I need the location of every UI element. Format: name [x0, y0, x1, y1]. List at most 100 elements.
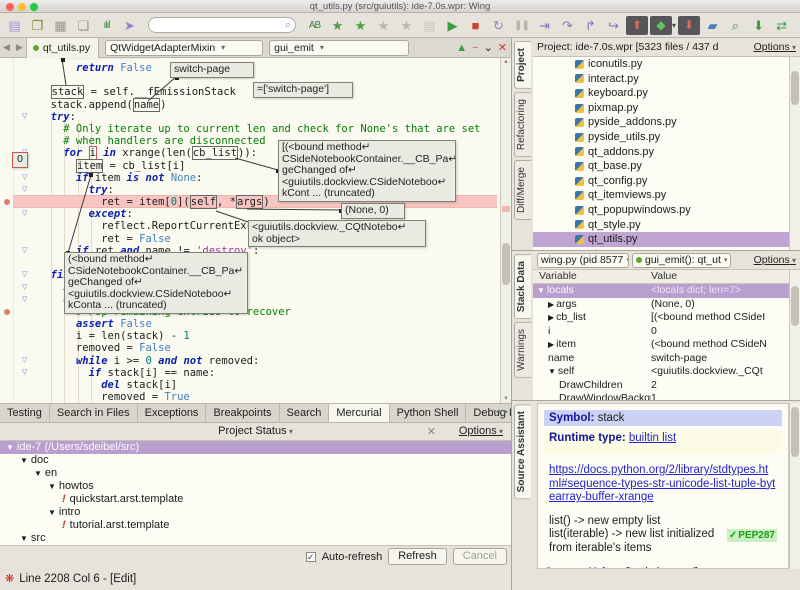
- fold-marker-icon[interactable]: ▽: [22, 247, 32, 255]
- fold-marker-icon[interactable]: ▽: [22, 357, 32, 365]
- tab-scroll-left-icon[interactable]: ◂: [496, 407, 501, 416]
- expander-icon[interactable]: ▼: [34, 469, 42, 478]
- debug-console-icon[interactable]: ▰: [702, 16, 723, 35]
- fold-marker-icon[interactable]: ▽: [22, 369, 32, 377]
- bookmark-add-icon[interactable]: ★: [350, 16, 371, 35]
- warnings-indicator-icon[interactable]: ▲: [456, 42, 467, 54]
- fold-marker-icon[interactable]: ▽: [22, 296, 32, 304]
- doc-url-link[interactable]: https://docs.python.org/2/library/stdtyp…: [549, 464, 775, 503]
- fold-marker-icon[interactable]: ▽: [22, 284, 32, 292]
- nav-back-icon[interactable]: ◀: [0, 42, 13, 53]
- tab-project[interactable]: Project: [514, 41, 531, 89]
- variable-row[interactable]: ▼ self <guiutils.dockview._CQt: [533, 365, 789, 379]
- stack-scroll-thumb[interactable]: [791, 286, 799, 326]
- tree-row[interactable]: ! quickstart.arst.template: [0, 493, 511, 506]
- fold-marker-icon[interactable]: ▽: [22, 271, 32, 279]
- tab-scroll-right-icon[interactable]: ▸: [504, 407, 509, 416]
- code-editor[interactable]: return False stack = self.__fEmissionSta…: [0, 58, 511, 403]
- bookmark-icon[interactable]: ★: [327, 16, 348, 35]
- variable-row[interactable]: ▶ args (None, 0): [533, 298, 789, 312]
- mercurial-options[interactable]: Options: [459, 423, 503, 440]
- tool-tab-exceptions[interactable]: Exceptions: [138, 404, 207, 422]
- project-file-item[interactable]: iconutils.py: [533, 57, 789, 72]
- stack-options[interactable]: Options: [754, 254, 796, 266]
- tool-tab-search[interactable]: Search: [280, 404, 330, 422]
- scroll-up-icon[interactable]: ▲: [501, 59, 511, 65]
- step-out-icon[interactable]: ↱: [580, 16, 601, 35]
- project-file-item[interactable]: qt_style.py: [533, 218, 789, 233]
- bookmark-prev-icon[interactable]: ★: [373, 16, 394, 35]
- save-as-icon[interactable]: ❏: [73, 16, 94, 35]
- run-to-cursor-icon[interactable]: ↪: [603, 16, 624, 35]
- tab-diff-merge[interactable]: Diff/Merge: [514, 160, 531, 220]
- new-file-icon[interactable]: ▤: [4, 16, 25, 35]
- frame-current-icon[interactable]: ◆: [650, 15, 672, 35]
- goto-selection-icon[interactable]: ➤: [119, 16, 140, 35]
- collapse-indicator-icon[interactable]: −: [472, 42, 478, 54]
- editor-scrollbar[interactable]: ▲ ▼: [500, 58, 511, 403]
- step-into-icon[interactable]: ⇥: [534, 16, 555, 35]
- tree-row[interactable]: ▼ src: [0, 532, 511, 545]
- scroll-down-icon[interactable]: ▼: [501, 396, 511, 402]
- stack-scrollbar[interactable]: [789, 270, 800, 400]
- fold-marker-icon[interactable]: ▽: [22, 113, 32, 121]
- project-file-item[interactable]: qt_popupwindows.py: [533, 203, 789, 218]
- breakpoint-icon[interactable]: [4, 309, 10, 315]
- project-file-item[interactable]: pixmap.py: [533, 101, 789, 116]
- project-file-item[interactable]: qt_config.py: [533, 174, 789, 189]
- fold-marker-icon[interactable]: ▽: [22, 174, 32, 182]
- search-input[interactable]: [149, 21, 277, 36]
- project-scrollbar[interactable]: [789, 57, 800, 250]
- tree-row[interactable]: ▼ intro: [0, 506, 511, 519]
- close-editor-icon[interactable]: ✕: [498, 41, 507, 54]
- project-file-item[interactable]: qt_utils.py: [533, 232, 789, 247]
- variable-row[interactable]: name switch-page: [533, 352, 789, 366]
- file-tab[interactable]: qt_utils.py: [25, 37, 100, 58]
- tree-row[interactable]: ! tutorial.arst.template: [0, 519, 511, 532]
- project-file-item[interactable]: pyside_addons.py: [533, 115, 789, 130]
- editor-scroll-thumb[interactable]: [502, 243, 510, 285]
- frame-dropdown[interactable]: gui_emit(): qt_ut: [632, 252, 732, 268]
- frame-menu-caret-icon[interactable]: ▾: [672, 21, 676, 30]
- scope-dropdown[interactable]: QtWidgetAdapterMixin: [105, 39, 264, 56]
- editor-menu-icon[interactable]: ⌄: [484, 41, 493, 54]
- run-icon[interactable]: ▶: [442, 16, 463, 35]
- variable-row[interactable]: ▼ locals <locals dict; len=7>: [533, 284, 789, 298]
- variable-column-header[interactable]: Variable: [533, 270, 651, 283]
- step-over-icon[interactable]: ↷: [557, 16, 578, 35]
- project-file-item[interactable]: qt_addons.py: [533, 145, 789, 160]
- process-dropdown[interactable]: wing.py (pid 8577: [537, 252, 629, 268]
- tree-row[interactable]: ▼ ide-7 (/Users/sdeibel/src): [0, 441, 511, 454]
- debug-file-icon[interactable]: ▤: [419, 16, 440, 35]
- fold-marker-icon[interactable]: ▽: [22, 210, 32, 218]
- variable-row[interactable]: ▶ item (<bound method CSideN: [533, 338, 789, 352]
- auto-refresh-checkbox[interactable]: ✓: [305, 551, 316, 562]
- expander-icon[interactable]: ▼: [48, 508, 56, 517]
- profile-icon[interactable]: ılıl: [96, 16, 117, 35]
- symbol-dropdown[interactable]: gui_emit: [269, 39, 410, 56]
- project-options[interactable]: Options: [754, 41, 796, 53]
- cancel-button[interactable]: Cancel: [452, 548, 507, 565]
- nav-forward-icon[interactable]: ▶: [13, 42, 26, 53]
- expander-icon[interactable]: ▼: [48, 482, 56, 491]
- pep287-badge[interactable]: PEP287: [726, 528, 777, 542]
- stop-icon[interactable]: ■: [465, 16, 486, 35]
- tool-tab-testing[interactable]: Testing: [0, 404, 50, 422]
- tree-row[interactable]: ▼ en: [0, 467, 511, 480]
- pause-icon[interactable]: ❚❚: [511, 16, 532, 35]
- tab-stack-data[interactable]: Stack Data: [514, 254, 531, 320]
- spell-check-icon[interactable]: AB: [304, 16, 325, 35]
- runtime-type-link[interactable]: builtin list: [629, 432, 676, 444]
- toolbar-search-box[interactable]: ⌕: [148, 17, 296, 36]
- tool-tab-search-in-files[interactable]: Search in Files: [50, 404, 138, 422]
- expander-icon[interactable]: ▼: [20, 534, 28, 543]
- project-scroll-thumb[interactable]: [791, 71, 799, 105]
- variable-row[interactable]: ▶ cb_list [(<bound method CSideI: [533, 311, 789, 325]
- expander-icon[interactable]: ▼: [6, 443, 14, 452]
- tool-tab-python-shell[interactable]: Python Shell: [390, 404, 467, 422]
- open-folder-icon[interactable]: ❐: [27, 16, 48, 35]
- frame-down-icon[interactable]: ⬇: [678, 15, 701, 35]
- project-file-item[interactable]: pyside_utils.py: [533, 130, 789, 145]
- bookmark-next-icon[interactable]: ★: [396, 16, 417, 35]
- bug-icon[interactable]: ❋: [5, 572, 14, 585]
